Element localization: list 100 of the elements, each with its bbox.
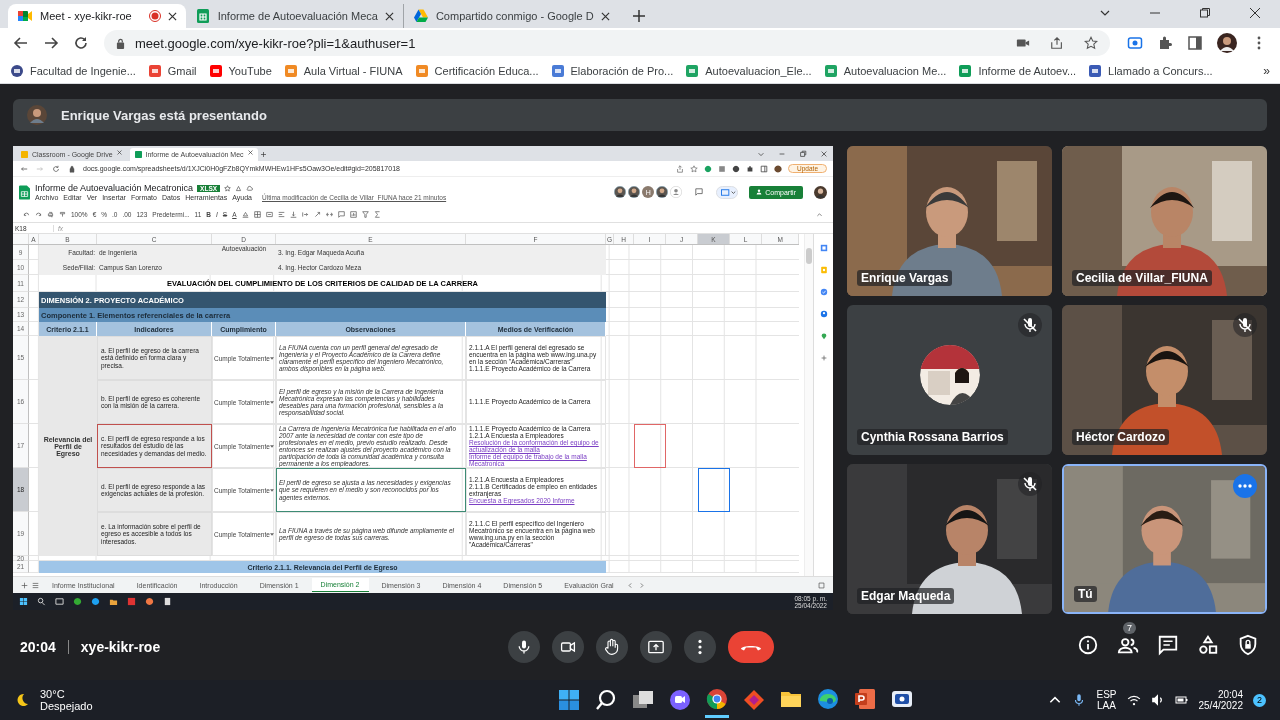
fill-color-icon[interactable] xyxy=(241,211,249,218)
address-bar[interactable]: meet.google.com/xye-kikr-roe?pli=1&authuser=1 xyxy=(104,30,1110,56)
side-panel-icon[interactable] xyxy=(760,164,769,173)
sheet-list-icon[interactable] xyxy=(32,581,39,589)
chart-icon[interactable] xyxy=(349,211,357,218)
browser-tab[interactable]: Meet - xye-kikr-roe xyxy=(8,4,186,28)
video-tile[interactable]: Enrique Vargas xyxy=(847,146,1052,296)
map-pin-icon[interactable] xyxy=(819,332,828,340)
forward-icon[interactable] xyxy=(43,35,59,51)
bookmark[interactable]: Aula Virtual - FIUNA xyxy=(283,63,403,78)
collaborator-avatar[interactable] xyxy=(614,186,627,198)
presentation-app-icon[interactable] xyxy=(852,686,877,711)
vertical-align-icon[interactable] xyxy=(289,211,297,218)
close-icon[interactable] xyxy=(384,11,394,21)
collaborator-avatar[interactable] xyxy=(656,186,669,198)
present-screen-button[interactable] xyxy=(640,631,672,663)
browser-tab[interactable]: Informe de Autoevaluación Meca xyxy=(185,4,403,28)
bookmark[interactable]: Facultad de Ingenie... xyxy=(10,63,136,78)
puzzle-icon[interactable] xyxy=(1157,35,1173,51)
new-tab-icon[interactable] xyxy=(632,10,645,22)
bookmark[interactable]: Autoevaluacion Me... xyxy=(823,63,947,78)
security-icon[interactable] xyxy=(1237,634,1259,656)
cloud-icon[interactable] xyxy=(246,184,254,192)
video-tile[interactable]: Edgar Maqueda xyxy=(847,464,1052,614)
collaborator-avatar[interactable] xyxy=(628,186,641,198)
end-call-button[interactable] xyxy=(728,631,774,663)
merge-cells-icon[interactable] xyxy=(265,211,273,218)
comment-icon[interactable] xyxy=(695,188,704,196)
undo-icon[interactable] xyxy=(23,211,30,218)
print-icon[interactable] xyxy=(47,211,54,218)
speaker-icon[interactable] xyxy=(1150,693,1165,707)
filter-icon[interactable] xyxy=(361,211,369,218)
browser-icon[interactable] xyxy=(73,597,82,606)
reload-icon[interactable] xyxy=(73,35,89,51)
more-options-icon[interactable] xyxy=(1233,474,1257,498)
search-icon[interactable] xyxy=(593,688,618,712)
scrollbar-thumb[interactable] xyxy=(806,248,813,264)
share-icon[interactable] xyxy=(676,164,685,173)
add-sheet-icon[interactable] xyxy=(21,581,28,589)
start-icon[interactable] xyxy=(19,597,28,606)
borders-icon[interactable] xyxy=(253,211,261,218)
star-icon[interactable] xyxy=(224,184,232,192)
bookmark[interactable]: Elaboración de Pro... xyxy=(550,63,674,78)
restore-icon[interactable] xyxy=(799,150,807,158)
language-indicator[interactable]: ESP LAA xyxy=(1096,689,1117,711)
more-options-button[interactable] xyxy=(684,631,716,663)
camera-button[interactable] xyxy=(552,631,584,663)
video-tile[interactable]: Tú xyxy=(1062,464,1267,614)
link-icon[interactable] xyxy=(325,211,333,218)
paint-format-icon[interactable] xyxy=(59,211,66,218)
video-tile[interactable]: Héctor Cardozo xyxy=(1062,305,1267,455)
folder-icon[interactable] xyxy=(109,597,118,606)
close-icon[interactable] xyxy=(1249,7,1261,19)
side-panel-icon[interactable] xyxy=(1187,35,1203,51)
edge-icon[interactable] xyxy=(815,686,840,711)
tasks-icon[interactable] xyxy=(819,288,828,296)
task-view-icon[interactable] xyxy=(55,597,64,606)
selected-cell-outline[interactable] xyxy=(698,468,730,512)
video-tile[interactable]: Cynthia Rossana Barrios xyxy=(847,305,1052,455)
avatar[interactable] xyxy=(814,185,827,199)
chrome-icon[interactable] xyxy=(704,686,729,711)
close-icon[interactable] xyxy=(247,150,253,155)
avatar[interactable] xyxy=(774,164,783,173)
profile-avatar[interactable] xyxy=(1217,33,1237,53)
start-icon[interactable] xyxy=(556,688,581,712)
bookmark[interactable]: Informe de Autoev... xyxy=(958,63,1077,78)
search-icon[interactable] xyxy=(37,597,46,606)
notification-badge[interactable]: 2 xyxy=(1253,693,1266,707)
comment-icon[interactable] xyxy=(337,211,345,218)
document-icon[interactable] xyxy=(127,597,136,606)
app-icon[interactable] xyxy=(145,597,154,606)
info-icon[interactable] xyxy=(1077,634,1099,656)
video-tile[interactable]: Cecilia de Villar_FIUNA xyxy=(1062,146,1267,296)
activities-icon[interactable] xyxy=(1197,634,1219,656)
restore-icon[interactable] xyxy=(1199,7,1211,19)
new-tab-icon[interactable] xyxy=(260,152,266,157)
bookmark[interactable]: Autoevaluacion_Ele... xyxy=(685,63,812,78)
bookmark[interactable]: Llamado a Concurs... xyxy=(1088,63,1213,78)
calendar-icon[interactable] xyxy=(819,244,828,252)
text-wrap-icon[interactable] xyxy=(301,211,309,218)
notes-icon[interactable] xyxy=(163,597,172,606)
close-icon[interactable] xyxy=(167,11,177,21)
functions-icon[interactable] xyxy=(373,211,381,218)
explore-icon[interactable] xyxy=(818,581,825,589)
move-icon[interactable] xyxy=(235,184,243,192)
bookmark[interactable]: Certificación Educa... xyxy=(414,63,539,78)
bookmark[interactable]: Gmail xyxy=(147,63,197,78)
star-icon[interactable] xyxy=(1084,36,1098,50)
microphone-button[interactable] xyxy=(508,631,540,663)
screen-share-icon[interactable] xyxy=(1127,35,1143,51)
share-icon[interactable] xyxy=(1050,36,1064,50)
clock[interactable]: 20:04 25/4/2022 xyxy=(1198,689,1243,711)
contacts-icon[interactable] xyxy=(819,310,828,318)
star-icon[interactable] xyxy=(690,164,699,173)
wifi-icon[interactable] xyxy=(1126,693,1141,707)
present-button[interactable] xyxy=(716,185,739,199)
chat-icon[interactable] xyxy=(1157,634,1179,656)
app-icon[interactable] xyxy=(91,597,100,606)
close-icon[interactable] xyxy=(600,11,610,21)
chat-app-icon[interactable] xyxy=(667,688,692,712)
